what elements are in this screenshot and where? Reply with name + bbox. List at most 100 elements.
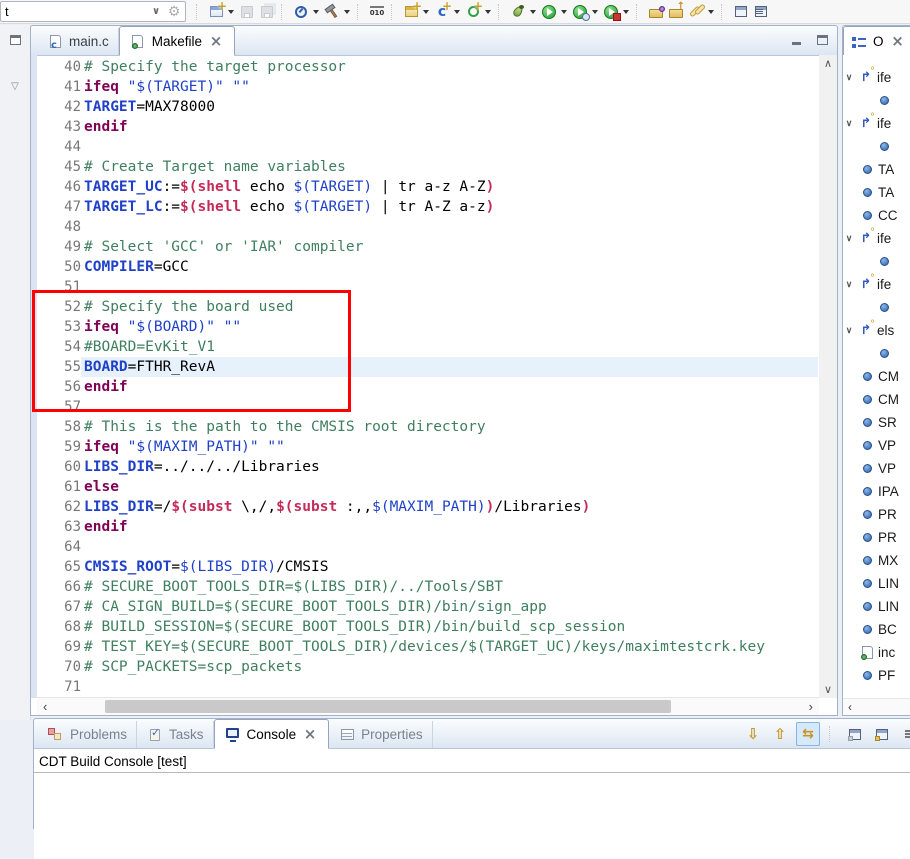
menu-lines-button[interactable]: [898, 723, 910, 745]
close-icon[interactable]: [889, 33, 907, 50]
outline-item[interactable]: LIN: [843, 572, 910, 595]
export-folder-button[interactable]: [666, 1, 686, 21]
outline-item[interactable]: LIN: [843, 595, 910, 618]
dropdown-arrow-icon[interactable]: [561, 10, 567, 17]
outline-item[interactable]: ∨ ife: [843, 227, 910, 250]
swap-console-button[interactable]: [796, 722, 820, 746]
lock-console-button[interactable]: [871, 723, 893, 745]
outline-item[interactable]: inc: [843, 641, 910, 664]
macro-icon: [858, 460, 876, 477]
dropdown-arrow-icon[interactable]: [708, 10, 714, 17]
new-make-target-button[interactable]: [463, 0, 494, 21]
outline-item[interactable]: VP: [843, 457, 910, 480]
maximize-editor-icon[interactable]: [813, 31, 831, 48]
outline-item[interactable]: ∨ ife: [843, 66, 910, 89]
outline-horizontal-scrollbar[interactable]: ‹: [843, 698, 910, 715]
nav-back-button[interactable]: [731, 2, 751, 21]
macro-icon: [875, 253, 893, 270]
outline-item[interactable]: VP: [843, 434, 910, 457]
dropdown-arrow-icon[interactable]: [454, 10, 460, 17]
vertical-scrollbar[interactable]: ∧ ∨: [819, 55, 837, 698]
launch-combo[interactable]: t: [0, 1, 186, 22]
tab-tasks[interactable]: Tasks: [137, 721, 214, 748]
import-folder-button[interactable]: [646, 2, 666, 21]
coverage-button[interactable]: [601, 2, 632, 21]
outline-item[interactable]: SR: [843, 411, 910, 434]
close-icon[interactable]: [301, 726, 319, 743]
outline-item[interactable]: IPA: [843, 480, 910, 503]
horizontal-scrollbar[interactable]: ‹ ›: [37, 697, 819, 715]
dropdown-arrow-icon[interactable]: [530, 10, 536, 17]
outline-item[interactable]: [843, 296, 910, 319]
lock-console-icon: [873, 726, 891, 743]
outline-item[interactable]: ∨ ife: [843, 273, 910, 296]
tab-makefile[interactable]: Makefile: [118, 26, 236, 56]
outline-item[interactable]: CC: [843, 204, 910, 227]
scroll-right-arrow[interactable]: ›: [809, 699, 813, 714]
outline-item[interactable]: ∨ ife: [843, 112, 910, 135]
outline-item[interactable]: PF: [843, 664, 910, 687]
expand-chevron[interactable]: ∨: [843, 118, 855, 129]
dropdown-arrow-icon[interactable]: [423, 10, 429, 17]
dropdown-arrow-icon[interactable]: [344, 10, 350, 17]
outline-item[interactable]: [843, 250, 910, 273]
tab-problems[interactable]: Problems: [38, 721, 138, 748]
new-cpp-class-button[interactable]: [432, 0, 463, 21]
binary-010-button[interactable]: [367, 2, 387, 21]
expand-chevron[interactable]: ∨: [843, 325, 855, 336]
expand-chevron[interactable]: ∨: [843, 233, 855, 244]
outline-item[interactable]: PR: [843, 503, 910, 526]
dropdown-arrow-icon[interactable]: [623, 10, 629, 17]
close-icon[interactable]: [207, 33, 225, 50]
link-button[interactable]: [686, 2, 717, 21]
outline-item[interactable]: CM: [843, 365, 910, 388]
outline-item[interactable]: TA: [843, 158, 910, 181]
dropdown-arrow-icon[interactable]: [313, 10, 319, 17]
tab-console[interactable]: Console: [213, 719, 330, 749]
pin-console-button[interactable]: [844, 723, 866, 745]
outline-item[interactable]: BC: [843, 618, 910, 641]
next-arrow-button[interactable]: [742, 723, 764, 745]
new-c-project-button[interactable]: [401, 0, 432, 21]
tab-outline[interactable]: O: [843, 26, 910, 56]
outline-item[interactable]: [843, 135, 910, 158]
macro-icon: [858, 621, 876, 638]
chevron-down-icon[interactable]: [147, 3, 165, 20]
outline-item[interactable]: [843, 342, 910, 365]
toolbar-separator: [196, 3, 202, 20]
restore-view-icon[interactable]: [6, 31, 24, 48]
annotation-rectangle: [32, 290, 351, 412]
editor-body[interactable]: 40 41 42 43 44 45 46 47 48 49 50 51 52 53 54 55 56 57 58 59…: [31, 55, 837, 715]
outline-item[interactable]: TA: [843, 181, 910, 204]
minimize-editor-icon[interactable]: [787, 31, 805, 48]
import-folder-icon: [647, 3, 665, 20]
dropdown-arrow-icon[interactable]: [592, 10, 598, 17]
console-view[interactable]: CDT Build Console [test]: [34, 749, 910, 859]
launch-clock-button[interactable]: [291, 2, 322, 21]
outline-tree[interactable]: ∨ ife ∨ ife TA TA CC ∨ ife ∨ ife ∨ els CM CM SR VP VP IPA P…: [843, 55, 910, 715]
macro-icon: [858, 575, 876, 592]
dropdown-arrow-icon[interactable]: [485, 10, 491, 17]
run-button[interactable]: [539, 2, 570, 21]
view-menu-icon[interactable]: [6, 78, 24, 95]
scroll-thumb[interactable]: [105, 700, 671, 713]
line-number: 42: [64, 99, 81, 115]
debug-bug-button[interactable]: [508, 2, 539, 21]
build-hammer-button[interactable]: [322, 2, 353, 21]
dropdown-arrow-icon[interactable]: [228, 10, 234, 17]
scroll-left-arrow[interactable]: ‹: [43, 699, 47, 714]
gear-icon[interactable]: [165, 3, 183, 20]
outline-item[interactable]: MX: [843, 549, 910, 572]
prev-arrow-button[interactable]: [769, 723, 791, 745]
nav-forward-button[interactable]: [751, 2, 771, 21]
outline-item[interactable]: [843, 89, 910, 112]
profile-button[interactable]: [570, 2, 601, 21]
outline-item[interactable]: CM: [843, 388, 910, 411]
expand-chevron[interactable]: ∨: [843, 72, 855, 83]
outline-item[interactable]: PR: [843, 526, 910, 549]
tab-main.c[interactable]: main.c: [37, 28, 119, 55]
new-wizard-button[interactable]: [206, 0, 237, 21]
tab-properties[interactable]: Properties: [329, 721, 433, 748]
expand-chevron[interactable]: ∨: [843, 279, 855, 290]
outline-item[interactable]: ∨ els: [843, 319, 910, 342]
